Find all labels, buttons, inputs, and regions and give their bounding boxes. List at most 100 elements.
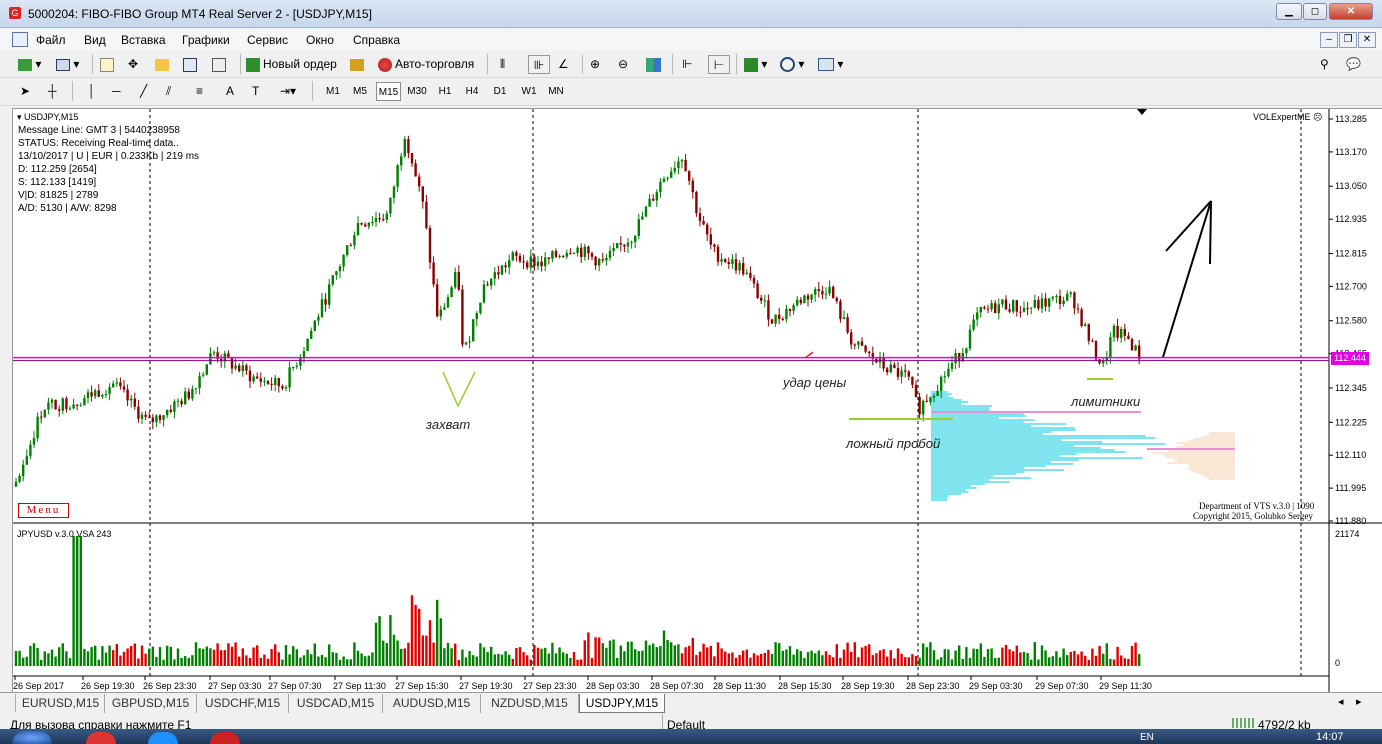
search-icon[interactable]: ⚲ [1320, 55, 1329, 74]
crosshair-icon[interactable]: ┼ [48, 82, 57, 101]
timeframe-mn[interactable]: MN [545, 82, 567, 101]
autoscroll-icon[interactable]: ⊢ [708, 55, 730, 74]
tile-windows-icon[interactable] [646, 55, 661, 74]
candle-body [158, 415, 162, 420]
templates-icon[interactable]: ▾ [818, 55, 843, 74]
start-button[interactable] [12, 731, 52, 744]
horizontal-line-icon[interactable]: ─ [112, 82, 121, 101]
tab-eurusd[interactable]: EURUSD,M15 [17, 694, 105, 713]
volume-bar [133, 643, 136, 666]
navigator-icon[interactable]: ✥ [128, 55, 138, 74]
tab-usdjpy[interactable]: USDJPY,M15 [579, 694, 665, 713]
volume-bar [958, 645, 961, 666]
volume-bar [259, 658, 262, 666]
taskbar-app-2-icon[interactable] [148, 732, 178, 744]
vertical-line-icon[interactable]: │ [88, 82, 96, 101]
menu-insert[interactable]: Вставка [121, 33, 166, 47]
profiles-icon[interactable]: ▾ [56, 55, 79, 74]
expert-icon[interactable] [350, 55, 364, 74]
menu-view[interactable]: Вид [84, 33, 106, 47]
mdi-close-button[interactable]: ✕ [1358, 32, 1376, 48]
indicators-icon[interactable]: ▾ [744, 55, 767, 74]
minimize-button[interactable]: ▁ [1276, 3, 1302, 20]
candle-body [1066, 293, 1069, 301]
timeframe-w1[interactable]: W1 [517, 82, 541, 101]
volume-bar [187, 657, 190, 666]
market-watch-icon[interactable] [100, 55, 114, 74]
text-label-icon[interactable]: T [252, 82, 259, 101]
candle-body [436, 284, 439, 317]
menu-button[interactable]: Menu [18, 503, 69, 518]
mt4-logo-icon: G [9, 7, 21, 19]
timeframe-m5[interactable]: M5 [349, 82, 371, 101]
new-chart-icon[interactable]: ▾ [18, 55, 41, 74]
arrows-icon[interactable]: ⇥▾ [280, 82, 296, 101]
volume-bar [914, 655, 918, 666]
chart-shift-icon[interactable]: ⊩ [682, 55, 692, 74]
chat-icon[interactable]: 💬 [1346, 55, 1361, 74]
candlestick-chart-icon[interactable]: ⊪ [528, 55, 550, 74]
fibonacci-icon[interactable]: ≡ [196, 82, 203, 101]
taskbar-app-1-icon[interactable] [86, 732, 116, 744]
menu-charts[interactable]: Графики [182, 33, 230, 47]
menu-tools[interactable]: Сервис [247, 33, 288, 47]
volume-bar [734, 657, 738, 666]
timeframe-m15[interactable]: M15 [376, 82, 401, 101]
volume-bar [695, 655, 698, 666]
timeframe-h1[interactable]: H1 [434, 82, 456, 101]
menu-window[interactable]: Окно [306, 33, 334, 47]
maximize-button[interactable]: ◻ [1303, 3, 1327, 20]
bar-chart-icon[interactable]: ⫴ [500, 55, 505, 74]
menu-file[interactable]: Файл [36, 33, 66, 47]
capture-arrow-drawing [442, 371, 476, 408]
time-tick-label: 27 Sep 11:30 [333, 681, 386, 691]
tab-gbpusd[interactable]: GBPUSD,M15 [105, 694, 197, 713]
candle-body [112, 383, 115, 388]
chart-canvas[interactable]: 113.285 113.170 113.050 112.935 112.815 112.7… [13, 109, 1382, 693]
candle-body [1120, 328, 1123, 338]
chart-window[interactable]: 113.285 113.170 113.050 112.935 112.815 112.7… [12, 108, 1382, 693]
new-order-button[interactable]: Новый ордер [246, 55, 337, 74]
tester-icon[interactable] [183, 55, 197, 74]
mdi-restore-button[interactable]: ❐ [1339, 32, 1357, 48]
taskbar-lang[interactable]: EN [1140, 732, 1154, 743]
mdi-minimize-button[interactable]: – [1320, 32, 1338, 48]
candle-body [760, 297, 763, 301]
tab-scroll-left-icon[interactable]: ◂ [1338, 695, 1344, 708]
timeframe-h4[interactable]: H4 [461, 82, 483, 101]
tab-audusd[interactable]: AUDUSD,M15 [383, 694, 481, 713]
close-button[interactable]: ✕ [1329, 3, 1373, 20]
tab-scroll-right-icon[interactable]: ▸ [1356, 695, 1362, 708]
trendline-icon[interactable]: ╱ [140, 82, 147, 101]
volume-bar [1012, 651, 1015, 666]
auto-trading-button[interactable]: Авто-торговля [378, 55, 474, 74]
line-chart-icon[interactable]: ∠ [558, 55, 569, 74]
menu-help[interactable]: Справка [353, 33, 400, 47]
timeframe-m1[interactable]: M1 [322, 82, 344, 101]
candle-body [580, 247, 583, 258]
volume-bar [313, 643, 316, 666]
candle-body [518, 255, 522, 262]
volume-bar [464, 657, 468, 666]
metaeditor-icon[interactable] [212, 55, 226, 74]
tab-usdchf[interactable]: USDCHF,M15 [197, 694, 289, 713]
taskbar-app-3-icon[interactable] [210, 732, 240, 744]
zoom-in-icon[interactable]: ⊕ [590, 55, 600, 74]
terminal-icon[interactable] [155, 55, 169, 74]
cursor-icon[interactable]: ➤ [20, 82, 30, 101]
zoom-out-icon[interactable]: ⊖ [618, 55, 628, 74]
price-tick-label: 112.815 [1335, 248, 1367, 258]
periods-icon[interactable]: ▾ [780, 55, 804, 74]
tab-nzdusd[interactable]: NZDUSD,M15 [481, 694, 579, 713]
text-icon[interactable]: A [226, 82, 234, 101]
volume-bar [263, 654, 266, 666]
timeframe-d1[interactable]: D1 [489, 82, 511, 101]
volume-bar [256, 645, 259, 666]
candle-body [364, 224, 367, 227]
equidistant-channel-icon[interactable]: ⫽ [166, 82, 171, 101]
volume-bar [122, 651, 126, 666]
chart-window-icon[interactable] [12, 32, 28, 47]
timeframe-m30[interactable]: M30 [405, 82, 429, 101]
volume-bar [1051, 656, 1054, 666]
tab-usdcad[interactable]: USDCAD,M15 [289, 694, 383, 713]
